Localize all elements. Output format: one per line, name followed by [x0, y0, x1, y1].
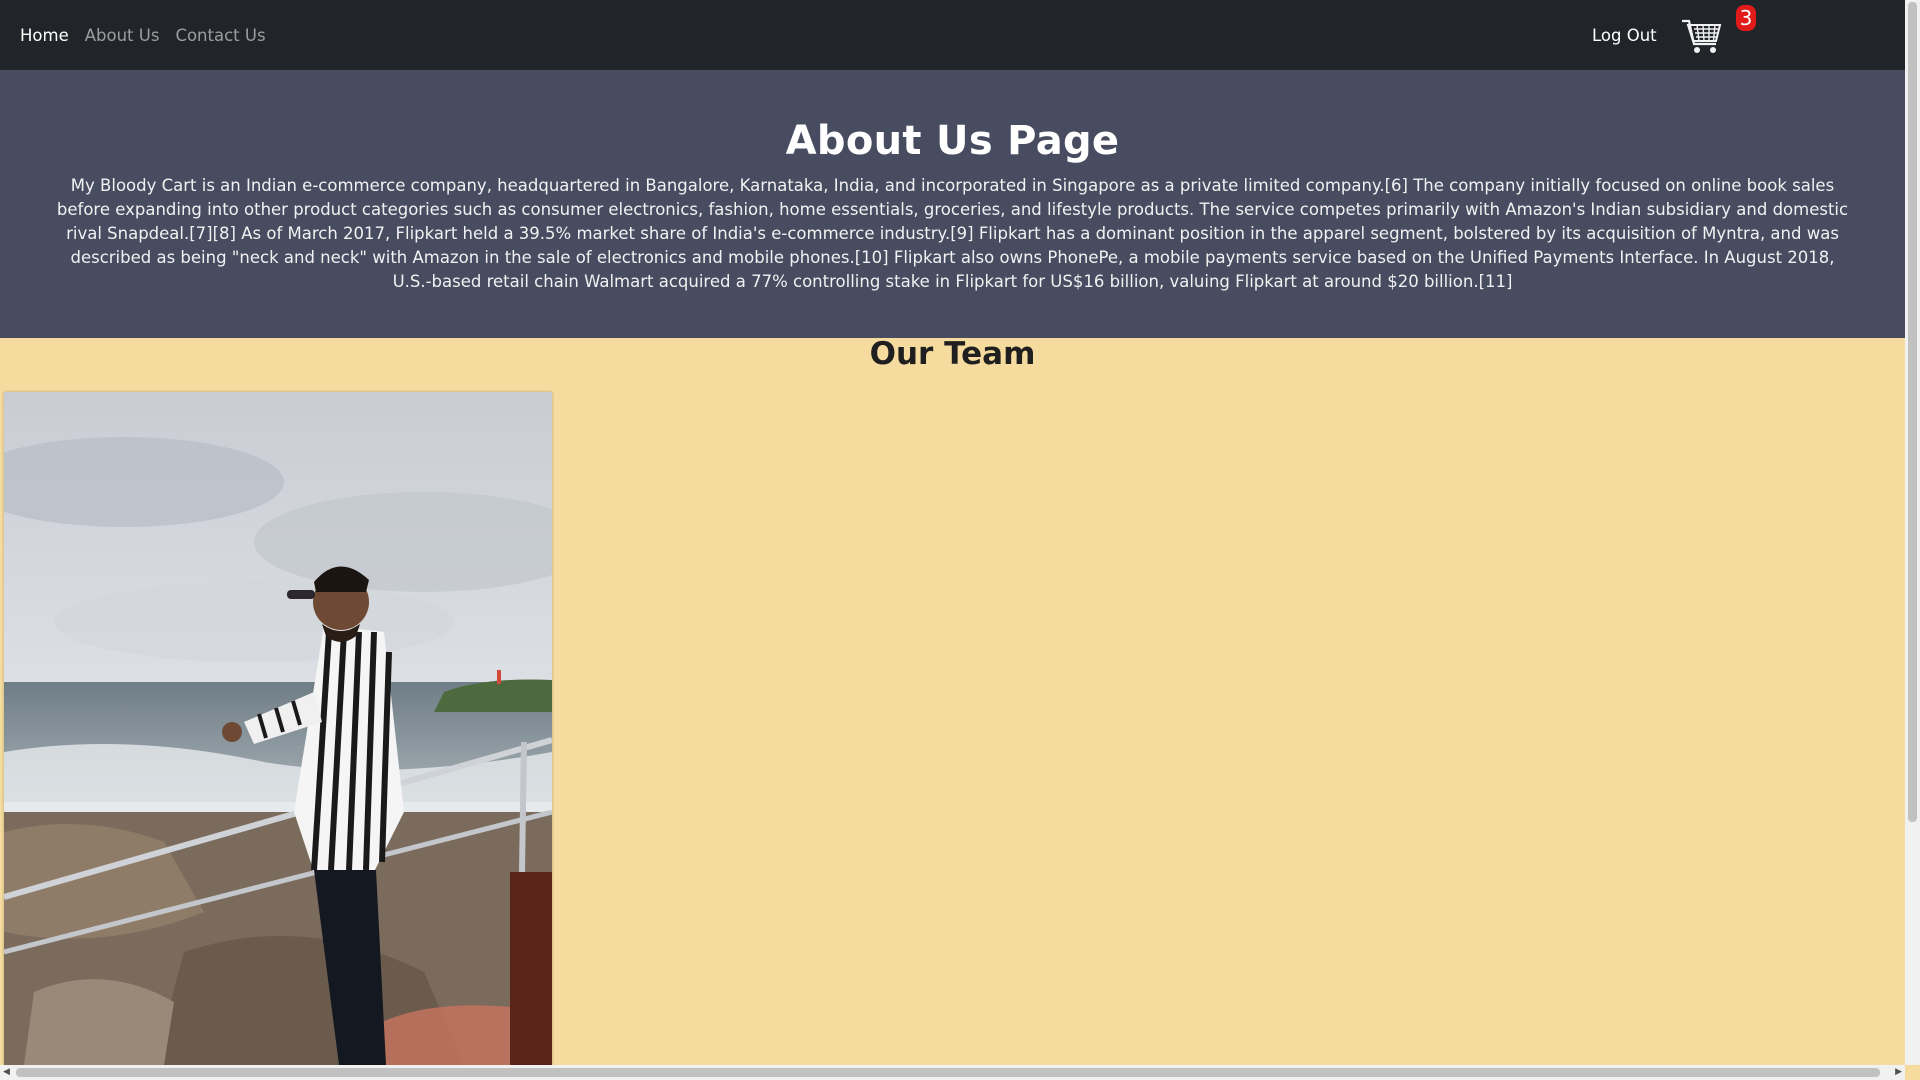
nav-link-contact-us[interactable]: Contact Us — [167, 26, 273, 45]
vertical-scrollbar[interactable] — [1905, 0, 1920, 1065]
navbar: Home About Us Contact Us Log Out 3 — [0, 0, 1905, 70]
shopping-cart-icon[interactable] — [1680, 14, 1724, 58]
cart-count-badge: 3 — [1736, 5, 1756, 31]
nav-links: Home About Us Contact Us — [12, 0, 274, 70]
page-title: About Us Page — [785, 118, 1120, 164]
scroll-left-icon[interactable]: ◀ — [3, 1067, 10, 1077]
logout-button[interactable]: Log Out — [1592, 0, 1657, 70]
nav-link-home[interactable]: Home — [12, 26, 77, 45]
team-title: Our Team — [869, 336, 1036, 372]
horizontal-scroll-thumb[interactable] — [16, 1068, 1880, 1077]
vertical-scroll-thumb[interactable] — [1908, 2, 1917, 822]
about-hero: About Us Page My Bloody Cart is an India… — [0, 70, 1905, 338]
horizontal-scrollbar[interactable]: ◀ ▶ — [0, 1065, 1905, 1080]
scroll-right-icon[interactable]: ▶ — [1895, 1067, 1902, 1077]
team-member-photo — [4, 392, 552, 1065]
nav-link-about-us[interactable]: About Us — [77, 26, 168, 45]
about-description: My Bloody Cart is an Indian e-commerce c… — [56, 176, 1849, 291]
